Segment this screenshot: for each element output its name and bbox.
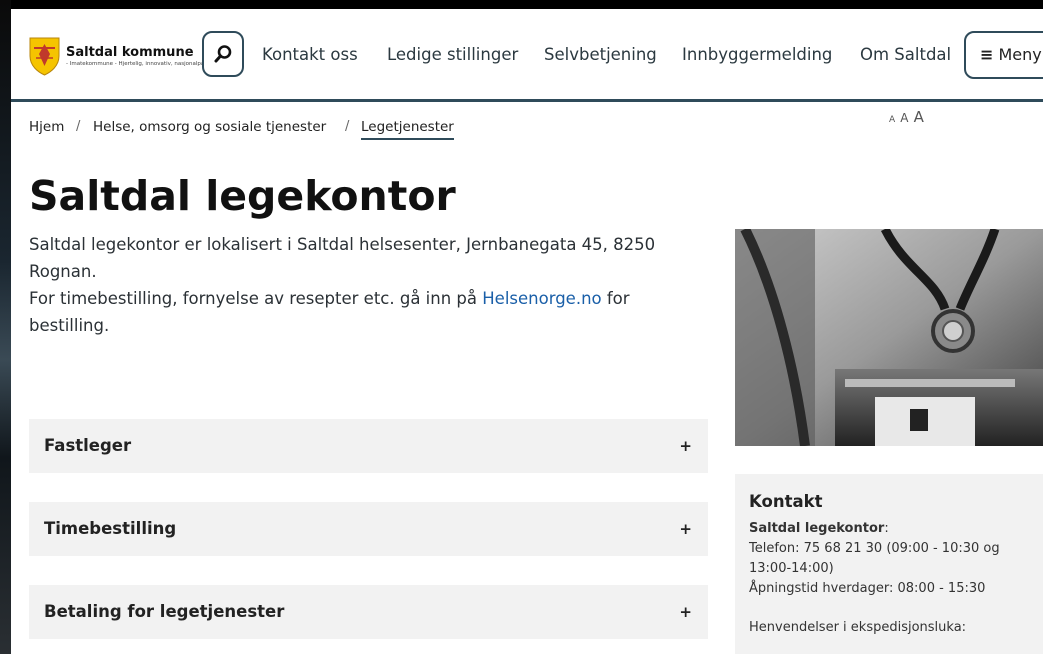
- text-size-medium[interactable]: A: [900, 111, 908, 125]
- accordion-fastleger[interactable]: Fastleger +: [29, 419, 708, 473]
- accordion-timebestilling[interactable]: Timebestilling +: [29, 502, 708, 556]
- text-size-small[interactable]: A: [889, 115, 895, 125]
- search-icon: [214, 45, 232, 63]
- nav-selvbetjening[interactable]: Selvbetjening: [544, 45, 657, 64]
- contact-phone: Telefon: 75 68 21 30 (09:00 - 10:30 og 1…: [749, 541, 1000, 576]
- breadcrumb-home[interactable]: Hjem: [29, 119, 64, 135]
- expand-icon: +: [679, 520, 692, 538]
- intro-text: Saltdal legekontor er lokalisert i Saltd…: [29, 231, 669, 339]
- accordion-label: Timebestilling: [44, 519, 177, 538]
- breadcrumb-separator: /: [76, 119, 81, 134]
- breadcrumb-helse[interactable]: Helse, omsorg og sosiale tjenester: [93, 119, 326, 135]
- helsenorge-link[interactable]: Helsenorge.no: [482, 289, 601, 308]
- background-window-edge: [0, 0, 11, 654]
- logo-name: Saltdal kommune: [66, 45, 194, 60]
- contact-office: Saltdal legekontor:: [749, 519, 1043, 539]
- intro-text-before: For timebestilling, fornyelse av resepte…: [29, 289, 483, 308]
- hamburger-icon: ≡: [980, 45, 994, 64]
- contact-hours: Åpningstid hverdager: 08:00 - 15:30: [749, 581, 986, 596]
- breadcrumb-separator: /: [345, 119, 350, 134]
- accordion-label: Fastleger: [44, 436, 132, 455]
- contact-box: Kontakt Saltdal legekontor: Telefon: 75 …: [735, 474, 1043, 654]
- search-button[interactable]: [202, 31, 244, 77]
- expand-icon: +: [679, 437, 692, 455]
- intro-line-2: For timebestilling, fornyelse av resepte…: [29, 285, 669, 339]
- webpage: Saltdal kommune - Imatekommune - Hjertel…: [11, 9, 1043, 654]
- contact-title: Kontakt: [749, 492, 823, 511]
- office-colon: :: [884, 521, 889, 536]
- accordion-label: Betaling for legetjenester: [44, 602, 285, 621]
- coat-of-arms-icon: [29, 37, 60, 76]
- text-size-controls: A A A: [889, 107, 924, 126]
- contact-note: Henvendelser i ekspedisjonsluka:: [749, 620, 967, 635]
- intro-line-1: Saltdal legekontor er lokalisert i Saltd…: [29, 235, 656, 281]
- stethoscope-photo: [735, 229, 1043, 446]
- menu-label: Meny: [998, 45, 1042, 64]
- menu-button[interactable]: ≡ Meny: [964, 31, 1043, 79]
- nav-om-saltdal[interactable]: Om Saltdal: [860, 45, 951, 64]
- nav-innbyggermelding[interactable]: Innbyggermelding: [682, 45, 832, 64]
- accordion-betaling[interactable]: Betaling for legetjenester +: [29, 585, 708, 639]
- nav-ledige-stillinger[interactable]: Ledige stillinger: [387, 45, 518, 64]
- nav-kontakt-oss[interactable]: Kontakt oss: [262, 45, 358, 64]
- breadcrumb-current: Legetjenester: [361, 119, 454, 140]
- expand-icon: +: [679, 603, 692, 621]
- page-title: Saltdal legekontor: [29, 172, 456, 220]
- text-size-large[interactable]: A: [914, 108, 924, 126]
- site-header: Saltdal kommune - Imatekommune - Hjertel…: [11, 9, 1043, 102]
- office-name: Saltdal legekontor: [749, 521, 885, 536]
